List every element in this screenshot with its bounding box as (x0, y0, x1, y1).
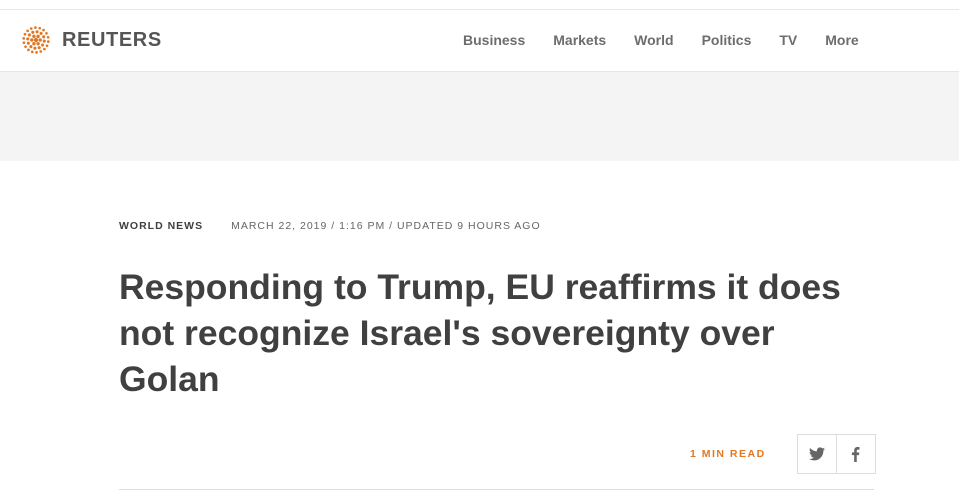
article: WORLD NEWS MARCH 22, 2019 / 1:16 PM / UPD… (119, 220, 874, 402)
article-headline: Responding to Trump, EU reaffirms it doe… (119, 267, 841, 399)
facebook-share-button[interactable] (835, 435, 875, 473)
reuters-logo[interactable]: REUTERS (20, 24, 162, 56)
main-nav: Business Markets World Politics TV More (449, 29, 873, 51)
nav-item-markets[interactable]: Markets (553, 29, 606, 51)
nav-item-tv[interactable]: TV (779, 29, 797, 51)
nav-item-more[interactable]: More (825, 29, 858, 51)
share-bar (796, 434, 876, 474)
section-link[interactable]: WORLD NEWS (119, 220, 203, 232)
twitter-share-button[interactable] (798, 435, 836, 473)
facebook-icon (852, 446, 860, 462)
read-time: 1 MIN READ (690, 448, 766, 460)
site-header: REUTERS Business Markets World Politics … (0, 10, 959, 72)
ad-placeholder (0, 72, 959, 161)
reuters-logo-icon (22, 26, 50, 54)
logo-text: REUTERS (62, 28, 162, 51)
article-meta: WORLD NEWS MARCH 22, 2019 / 1:16 PM / UPD… (119, 220, 874, 232)
article-divider (119, 489, 874, 490)
nav-item-business[interactable]: Business (463, 29, 525, 51)
dateline: MARCH 22, 2019 / 1:16 PM / UPDATED 9 HOU… (231, 220, 541, 232)
article-tools: 1 MIN READ (690, 434, 876, 474)
nav-item-politics[interactable]: Politics (702, 29, 752, 51)
nav-item-world[interactable]: World (634, 29, 673, 51)
twitter-icon (808, 447, 825, 461)
